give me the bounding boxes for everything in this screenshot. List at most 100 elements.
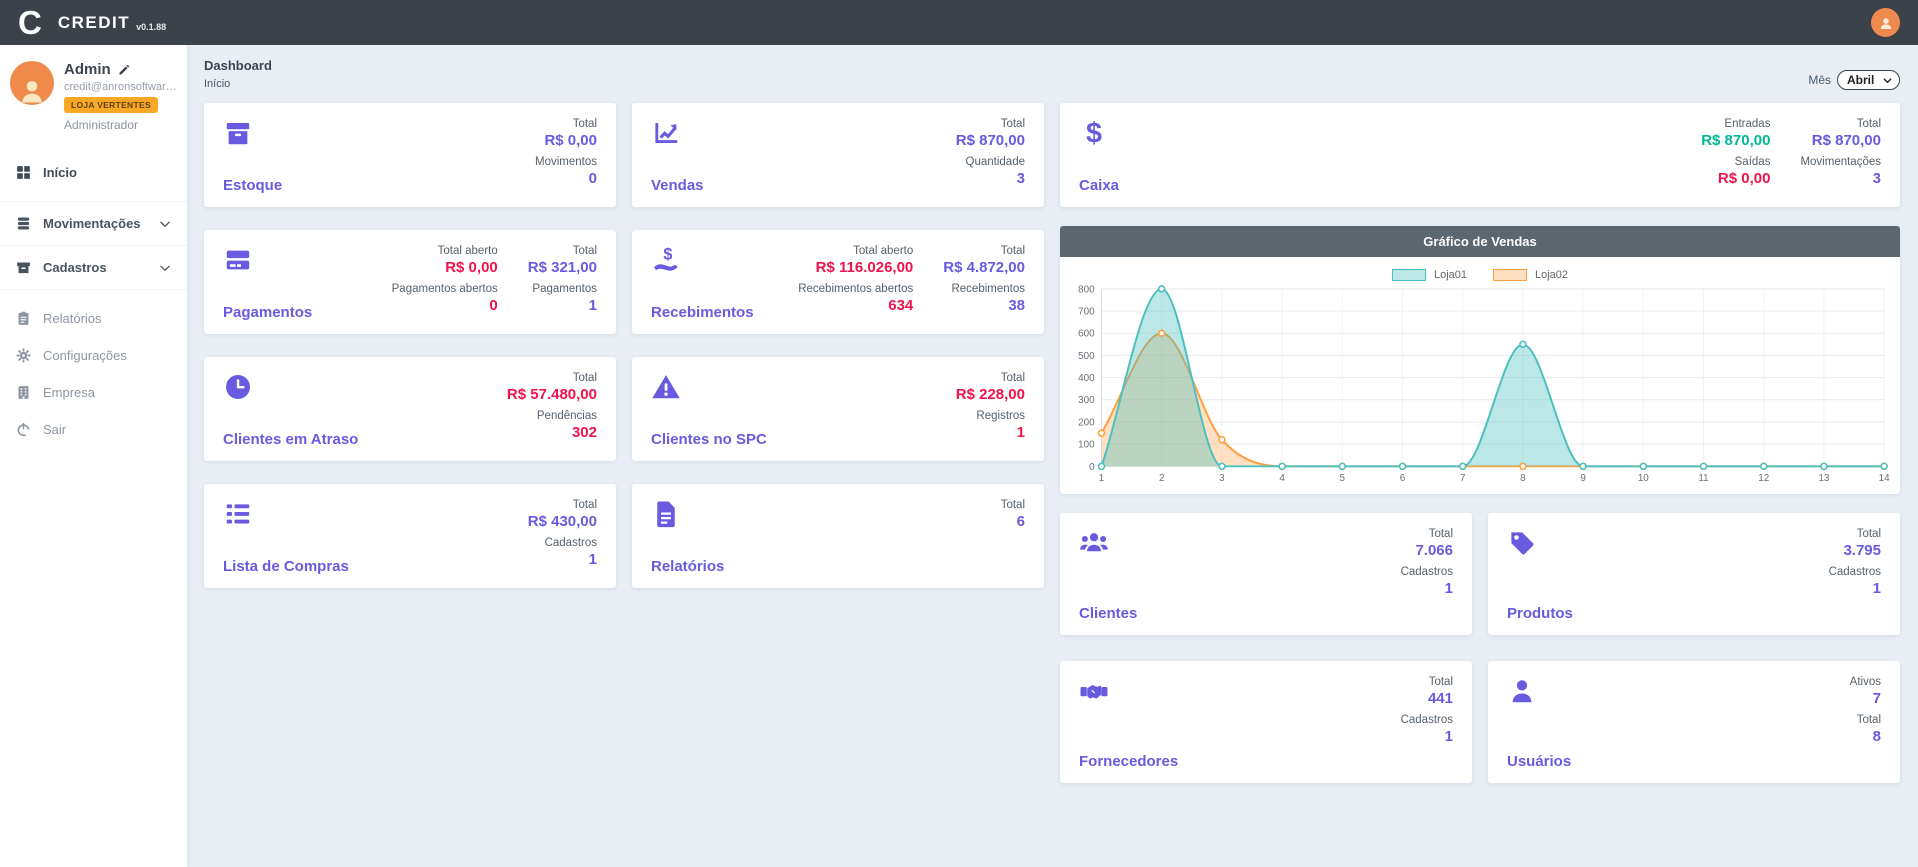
stat-value: 441	[1401, 690, 1453, 707]
stat-label: Total	[507, 372, 597, 384]
stat-value: 8	[1850, 728, 1881, 745]
summary-cards-right: ClientesTotal7.066Cadastros1ProdutosTota…	[1060, 513, 1900, 783]
card-clientes[interactable]: ClientesTotal7.066Cadastros1	[1060, 513, 1472, 635]
user-name: Admin	[64, 61, 111, 78]
card-recebimentos[interactable]: $RecebimentosTotal abertoR$ 116.026,00Re…	[632, 230, 1044, 334]
card-title: Clientes em Atraso	[223, 431, 358, 448]
stat-value: 1	[528, 297, 597, 314]
stat-label: Cadastros	[528, 537, 597, 549]
stat-label: Recebimentos abertos	[798, 283, 913, 295]
user-icon	[1507, 676, 1537, 706]
legend-swatch	[1493, 269, 1527, 281]
stat-label: Entradas	[1701, 118, 1770, 130]
card-vendas[interactable]: VendasTotalR$ 870,00Quantidade3	[632, 103, 1044, 207]
stat-value: R$ 116.026,00	[798, 259, 913, 276]
stat-label: Movimentos	[535, 156, 597, 168]
sidebar-item-configuracoes[interactable]: Configurações	[0, 337, 187, 374]
legend-swatch	[1392, 269, 1426, 281]
stat-label: Recebimentos	[943, 283, 1025, 295]
stat-value: R$ 870,00	[1701, 132, 1770, 149]
file-lines-icon	[651, 499, 681, 529]
sidebar-menu: Início MovimentaçõesCadastros Relatórios Co…	[0, 154, 187, 448]
avatar	[10, 61, 54, 105]
stat-value: 1	[528, 551, 597, 568]
stat-value: 3	[1800, 170, 1881, 187]
card-usuarios[interactable]: Usuários Ativos 7 Total 8	[1488, 661, 1900, 783]
credit-card-icon	[223, 245, 253, 275]
stat-label: Ativos	[1850, 676, 1881, 688]
card-title: Recebimentos	[651, 304, 754, 321]
hand-dollar-icon: $	[651, 245, 681, 275]
sidebar-item-inicio[interactable]: Início	[0, 154, 187, 191]
stat-value: 3	[956, 170, 1025, 187]
month-select[interactable]: Abril	[1837, 70, 1900, 90]
stat-label: Cadastros	[1401, 714, 1453, 726]
svg-text:300: 300	[1078, 395, 1095, 406]
stat-label: Total	[943, 245, 1025, 257]
card-produtos[interactable]: ProdutosTotal3.795Cadastros1	[1488, 513, 1900, 635]
svg-text:11: 11	[1698, 473, 1708, 484]
chevron-down-icon	[158, 217, 172, 231]
card-clientes-no-spc[interactable]: Clientes no SPCTotalR$ 228,00Registros1	[632, 357, 1044, 461]
store-badge: LOJA VERTENTES	[64, 97, 158, 113]
card-pagamentos[interactable]: PagamentosTotal abertoR$ 0,00Pagamentos …	[204, 230, 616, 334]
box-archive-icon	[223, 118, 253, 148]
sidebar-item-relatorios[interactable]: Relatórios	[0, 300, 187, 337]
chevron-down-icon	[158, 261, 172, 275]
card-caixa[interactable]: $CaixaEntradasR$ 870,00SaídasR$ 0,00Tota…	[1060, 103, 1900, 207]
stat-value: R$ 0,00	[1701, 170, 1770, 187]
stat-label: Cadastros	[1401, 566, 1453, 578]
dollar-icon: $	[1079, 118, 1109, 148]
card-title: Usuários	[1507, 753, 1571, 770]
stat-label: Total	[1401, 528, 1453, 540]
stat-label: Total	[956, 372, 1025, 384]
svg-text:100: 100	[1078, 440, 1095, 451]
stat-value: 3.795	[1829, 542, 1881, 559]
stat-value: R$ 228,00	[956, 386, 1025, 403]
person-icon	[17, 75, 47, 105]
stat-value: 1	[956, 424, 1025, 441]
sidebar-item-sair[interactable]: Sair	[0, 411, 187, 448]
card-title: Clientes	[1079, 605, 1137, 622]
card-lista-de-compras[interactable]: Lista de ComprasTotalR$ 430,00Cadastros1	[204, 484, 616, 588]
stat-value: 0	[392, 297, 498, 314]
person-icon	[1878, 15, 1894, 31]
stat-value: R$ 870,00	[1800, 132, 1881, 149]
sidebar-item-movimentacoes[interactable]: Movimentações	[0, 201, 187, 246]
card-fornecedores[interactable]: FornecedoresTotal441Cadastros1	[1060, 661, 1472, 783]
legend-label: Loja01	[1434, 269, 1467, 281]
svg-text:500: 500	[1078, 351, 1095, 362]
user-role: Administrador	[64, 118, 182, 132]
user-email: credit@anronsoftware.co...	[64, 81, 182, 93]
stat-value: 634	[798, 297, 913, 314]
stat-label: Registros	[956, 410, 1025, 422]
user-avatar-button[interactable]	[1871, 8, 1900, 37]
stat-value: R$ 4.872,00	[943, 259, 1025, 276]
card-title: Fornecedores	[1079, 753, 1178, 770]
app-name: CREDIT	[58, 13, 130, 33]
card-estoque[interactable]: EstoqueTotalR$ 0,00Movimentos0	[204, 103, 616, 207]
legend-item-loja01[interactable]: Loja01	[1392, 269, 1467, 281]
sidebar-item-cadastros[interactable]: Cadastros	[0, 246, 187, 290]
svg-text:10: 10	[1638, 473, 1649, 484]
stat-label: Total	[1850, 714, 1881, 726]
stat-value: 1	[1401, 728, 1453, 745]
sidebar-item-empresa[interactable]: Empresa	[0, 374, 187, 411]
stat-label: Pagamentos	[528, 283, 597, 295]
stat-value: 1	[1829, 580, 1881, 597]
svg-text:$: $	[663, 245, 672, 263]
legend-item-loja02[interactable]: Loja02	[1493, 269, 1568, 281]
sidebar: Admin credit@anronsoftware.co... LOJA VE…	[0, 45, 187, 867]
app-version: v0.1.88	[136, 22, 166, 32]
card-relatorios[interactable]: RelatóriosTotal6	[632, 484, 1044, 588]
sidebar-item-label: Relatórios	[43, 311, 102, 326]
stat-value: 7	[1850, 690, 1881, 707]
pencil-icon[interactable]	[118, 64, 130, 76]
chart-legend: Loja01 Loja02	[1060, 269, 1900, 281]
stat-value: R$ 57.480,00	[507, 386, 597, 403]
page-title: Dashboard	[204, 58, 272, 73]
page-subtitle: Início	[204, 78, 272, 90]
svg-text:200: 200	[1078, 417, 1095, 428]
stat-value: 302	[507, 424, 597, 441]
card-clientes-em-atraso[interactable]: Clientes em AtrasoTotalR$ 57.480,00Pendê…	[204, 357, 616, 461]
